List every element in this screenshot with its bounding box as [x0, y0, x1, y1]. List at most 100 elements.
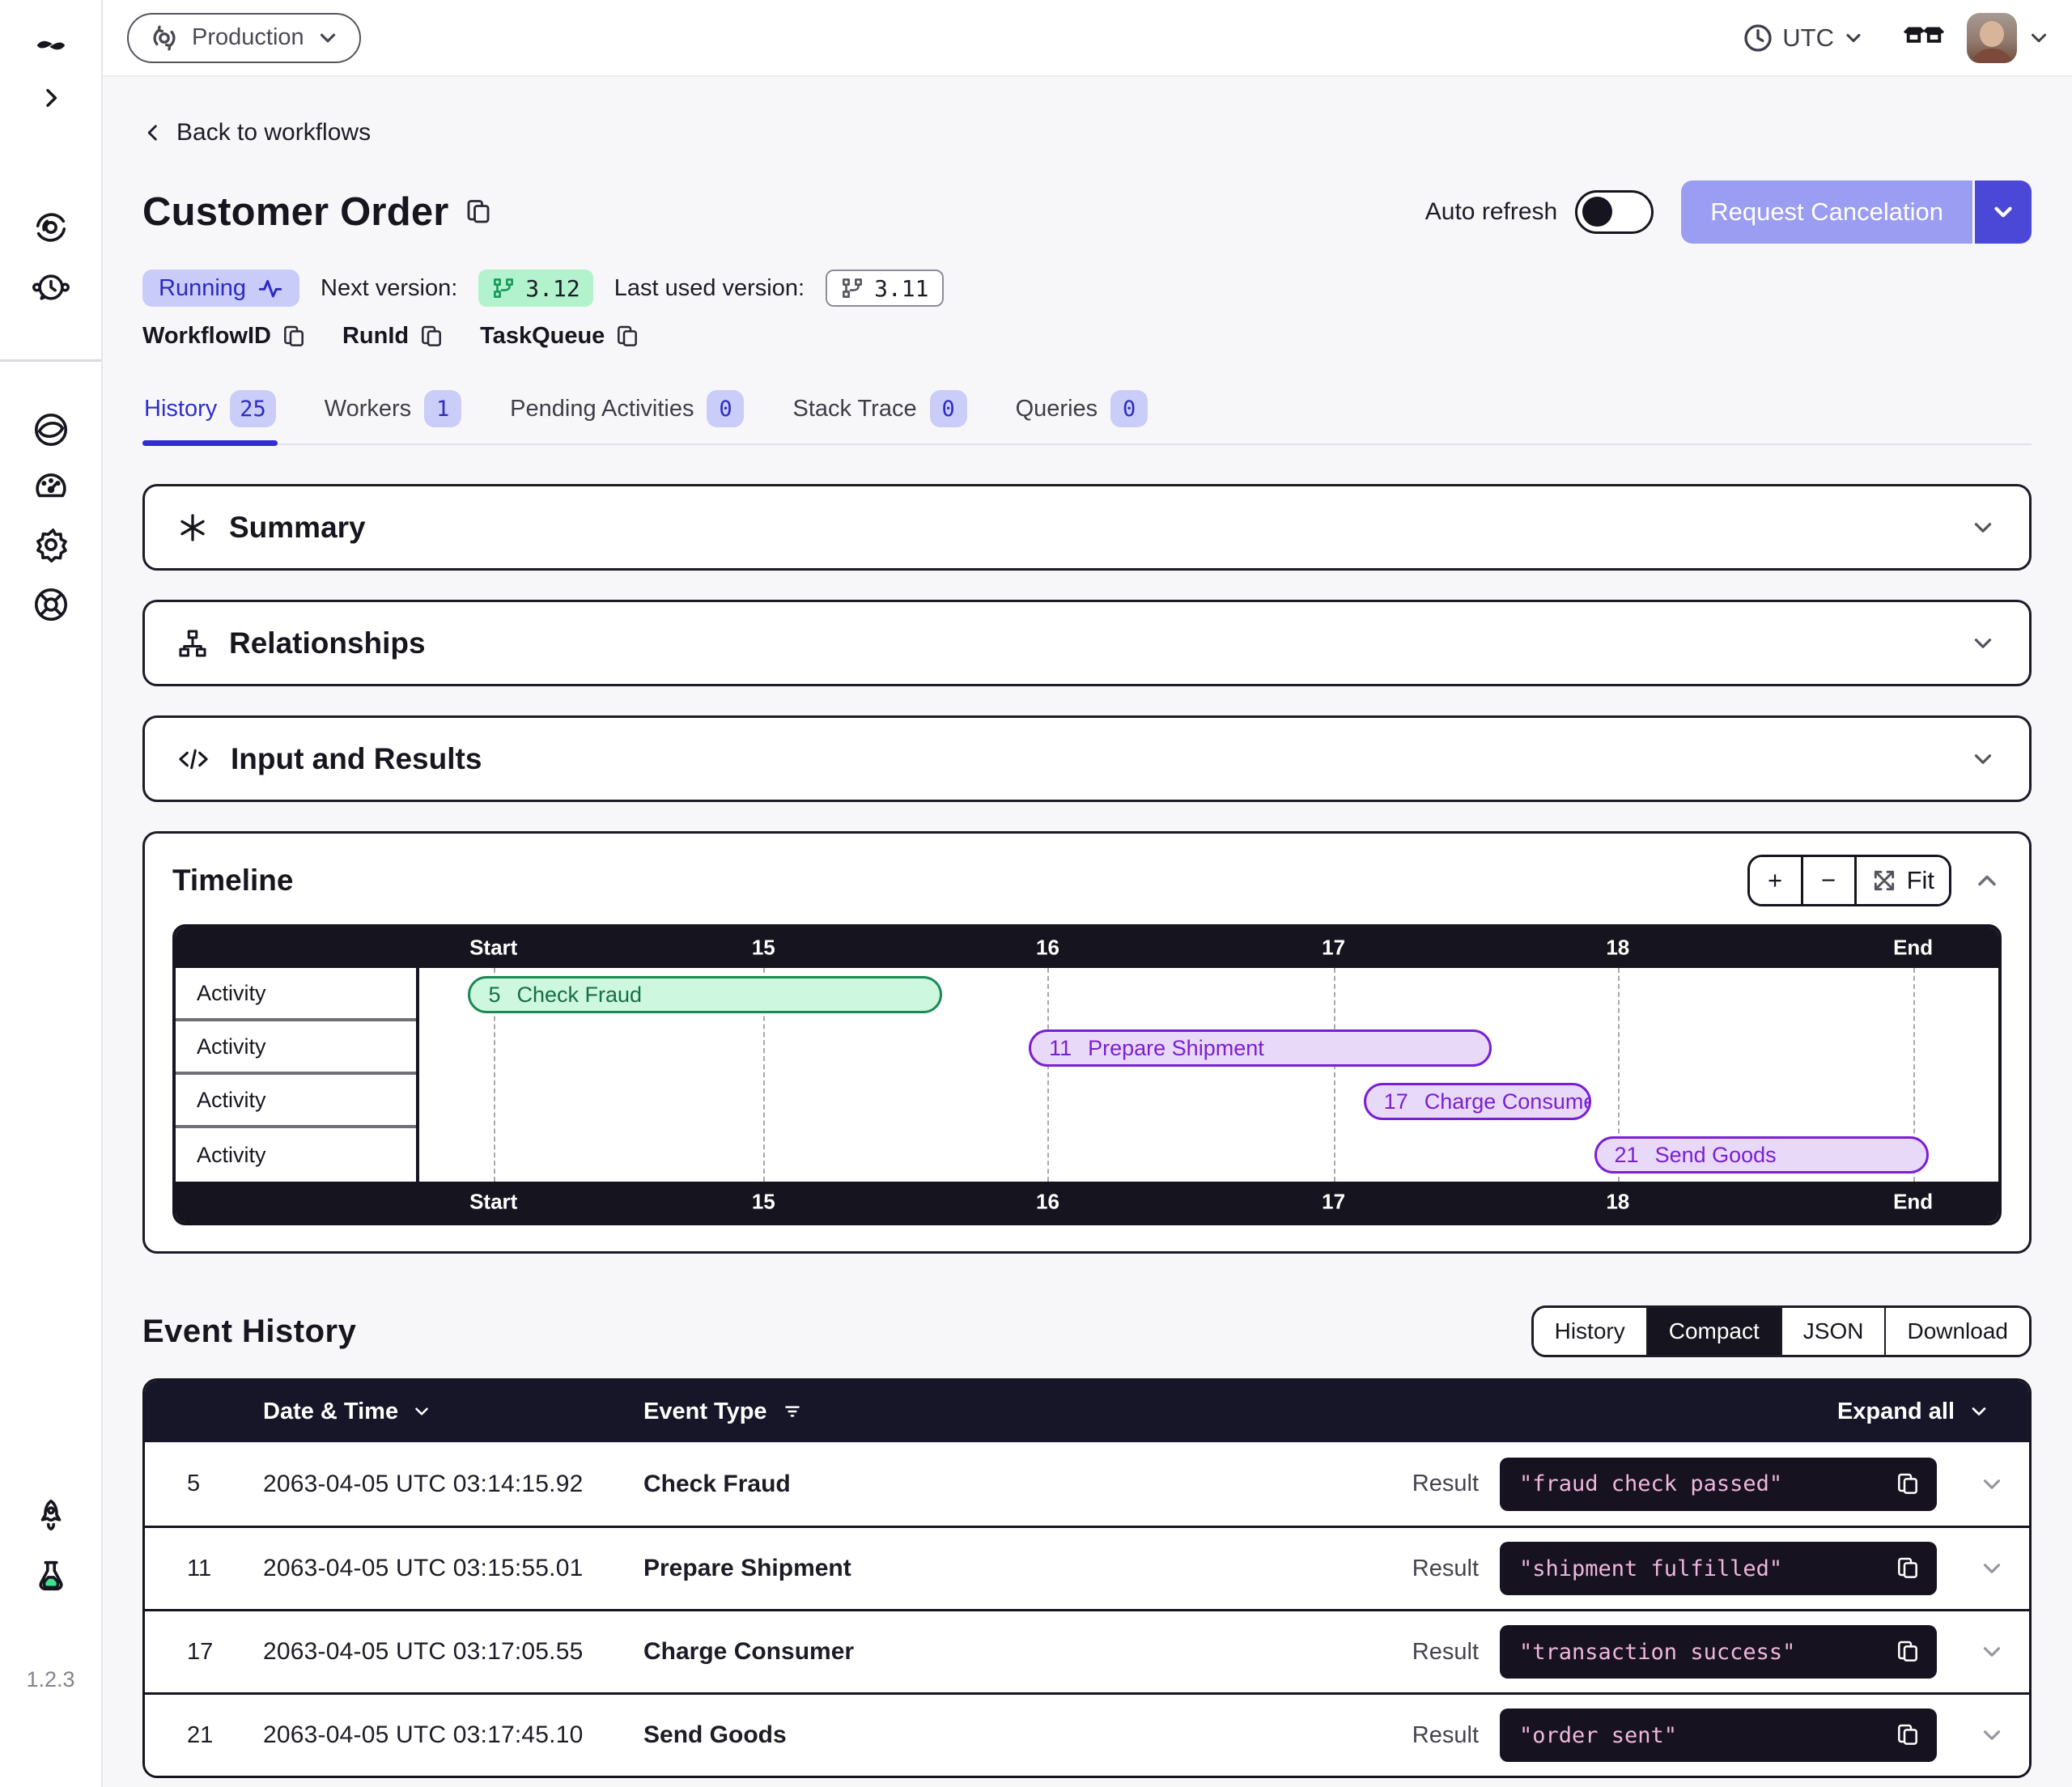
tab-workers[interactable]: Workers1	[323, 385, 463, 444]
last-used-version-label: Last used version:	[614, 275, 805, 302]
zoom-out-button[interactable]: −	[1803, 857, 1857, 904]
usage-speedometer-icon[interactable]	[32, 467, 70, 504]
timeline-bottom-axis: Start15161718End	[176, 1182, 1998, 1222]
timeline-bar-event-id: 17	[1384, 1089, 1408, 1114]
workflows-icon[interactable]	[32, 209, 70, 246]
request-cancelation-menu-button[interactable]	[1975, 180, 2032, 244]
event-row: 212063-04-05 UTC 03:17:45.10Send GoodsRe…	[145, 1692, 2029, 1776]
event-id: 21	[145, 1722, 263, 1749]
event-table-header: Date & Time Event Type Expand all	[145, 1381, 2029, 1442]
chevron-down-icon	[316, 26, 340, 50]
event-type: Check Fraud	[643, 1471, 1412, 1498]
copy-result-button[interactable]	[1895, 1556, 1921, 1581]
zoom-in-button[interactable]: +	[1750, 857, 1803, 904]
event-row: 172063-04-05 UTC 03:17:05.55Charge Consu…	[145, 1609, 2029, 1692]
tab-pending-activities[interactable]: Pending Activities0	[508, 385, 745, 444]
event-result-group: Result"fraud check passed"	[1412, 1458, 1937, 1511]
copy-result-button[interactable]	[1895, 1639, 1921, 1665]
timeline-bar-label: Send Goods	[1655, 1143, 1777, 1168]
view-history[interactable]: History	[1534, 1308, 1648, 1355]
user-menu-chevron-icon[interactable]	[2027, 26, 2051, 50]
clock-icon	[1742, 22, 1774, 54]
expand-chevron-right-icon[interactable]	[38, 85, 64, 111]
copy-workflow-name-button[interactable]	[464, 197, 493, 227]
chevron-down-icon	[1978, 1721, 2006, 1749]
fit-button[interactable]: Fit	[1857, 857, 1949, 904]
collapse-timeline-chevron-icon[interactable]	[1972, 866, 2002, 895]
copy-icon	[1895, 1556, 1921, 1581]
timeline-bar-charge-consumer[interactable]: 17Charge Consumer	[1364, 1083, 1591, 1120]
copy-icon	[1895, 1639, 1921, 1665]
expand-row-chevron[interactable]	[1955, 1721, 2029, 1749]
event-history-table: Date & Time Event Type Expand all 52063-…	[142, 1378, 2032, 1778]
settings-gear-icon[interactable]	[32, 526, 70, 563]
timezone-selector[interactable]: UTC	[1742, 22, 1865, 54]
timeline-gridline	[1334, 968, 1335, 1182]
tab-label: Stack Trace	[792, 396, 916, 422]
timeline-bar-check-fraud[interactable]: 5Check Fraud	[468, 976, 941, 1013]
tab-stack-trace[interactable]: Stack Trace0	[791, 385, 968, 444]
expand-row-chevron[interactable]	[1955, 1555, 2029, 1582]
tab-history[interactable]: History25	[142, 385, 278, 444]
tab-label: Queries	[1016, 396, 1098, 422]
relationships-section[interactable]: Relationships	[142, 600, 2032, 686]
event-history-title: Event History	[142, 1314, 356, 1350]
expand-row-chevron[interactable]	[1955, 1471, 2029, 1498]
copy-result-button[interactable]	[1895, 1722, 1921, 1748]
s-logo-icon[interactable]	[32, 411, 70, 448]
status-label: Running	[159, 275, 246, 302]
temporal-logo-icon[interactable]	[32, 27, 70, 64]
tab-count-badge: 1	[424, 390, 461, 427]
copy-run-id-button[interactable]	[418, 324, 444, 350]
rocket-icon[interactable]	[32, 1497, 70, 1534]
event-result-group: Result "transaction success"	[1412, 1625, 1937, 1679]
summary-section[interactable]: Summary	[142, 484, 2032, 571]
page-title: Customer Order	[142, 189, 449, 235]
event-view-switcher: HistoryCompactJSONDownload	[1531, 1305, 2032, 1357]
copy-result-button[interactable]	[1895, 1471, 1921, 1497]
tab-queries[interactable]: Queries0	[1014, 385, 1150, 444]
result-label: Result	[1412, 1639, 1479, 1666]
expand-all-button[interactable]: Expand all	[1837, 1399, 1990, 1425]
support-lifebuoy-icon[interactable]	[32, 586, 70, 623]
status-badge: Running	[142, 270, 299, 307]
event-id: 17	[145, 1639, 263, 1666]
run-id-label: RunId	[342, 323, 409, 350]
view-download[interactable]: Download	[1886, 1308, 2029, 1355]
expand-row-chevron[interactable]	[1955, 1638, 2029, 1666]
auto-refresh-toggle[interactable]	[1575, 190, 1654, 234]
labs-flask-icon[interactable]	[32, 1557, 70, 1594]
avatar-body	[1971, 49, 2013, 63]
timeline-tick-label: 15	[752, 936, 775, 961]
request-cancelation-button[interactable]: Request Cancelation	[1681, 180, 1972, 244]
timeline-section: Timeline + − Fit Start15161	[142, 831, 2032, 1254]
timeline-bar-event-id: 5	[488, 983, 500, 1008]
back-to-workflows-link[interactable]: Back to workflows	[142, 119, 371, 146]
event-type-column-header[interactable]: Event Type	[643, 1399, 1837, 1425]
timeline-bar-send-goods[interactable]: 21Send Goods	[1594, 1136, 1930, 1174]
timeline-tick-label: 15	[752, 1190, 775, 1215]
result-label: Result	[1412, 1471, 1479, 1497]
timeline-tick-label: End	[1893, 936, 1933, 961]
result-value: "transaction success"	[1519, 1640, 1895, 1665]
date-time-column-header[interactable]: Date & Time	[263, 1399, 643, 1425]
view-json[interactable]: JSON	[1782, 1308, 1887, 1355]
avatar-face	[1980, 21, 2004, 47]
timeline-tick-label: 16	[1036, 936, 1059, 961]
event-type: Charge Consumer	[643, 1638, 1412, 1666]
lane-label-text: Activity	[197, 1088, 266, 1113]
schedules-icon[interactable]	[32, 270, 70, 305]
timeline-bar-prepare-shipment[interactable]: 11Prepare Shipment	[1029, 1029, 1492, 1067]
copy-workflow-id-button[interactable]	[281, 324, 307, 350]
user-avatar[interactable]	[1967, 13, 2017, 63]
glasses-icon[interactable]	[1902, 22, 1946, 54]
timeline-lane-label: Activity	[176, 1021, 416, 1075]
asterisk-icon	[177, 512, 208, 543]
input-results-section[interactable]: Input and Results	[142, 715, 2032, 802]
environment-dropdown[interactable]: Production	[127, 13, 361, 63]
event-row: 52063-04-05 UTC 03:14:15.92Check FraudRe…	[145, 1442, 2029, 1526]
copy-task-queue-button[interactable]	[614, 324, 640, 350]
view-compact[interactable]: Compact	[1648, 1308, 1782, 1355]
event-datetime: 2063-04-05 UTC 03:17:05.55	[263, 1638, 643, 1666]
topbar: Production UTC	[103, 0, 2072, 77]
